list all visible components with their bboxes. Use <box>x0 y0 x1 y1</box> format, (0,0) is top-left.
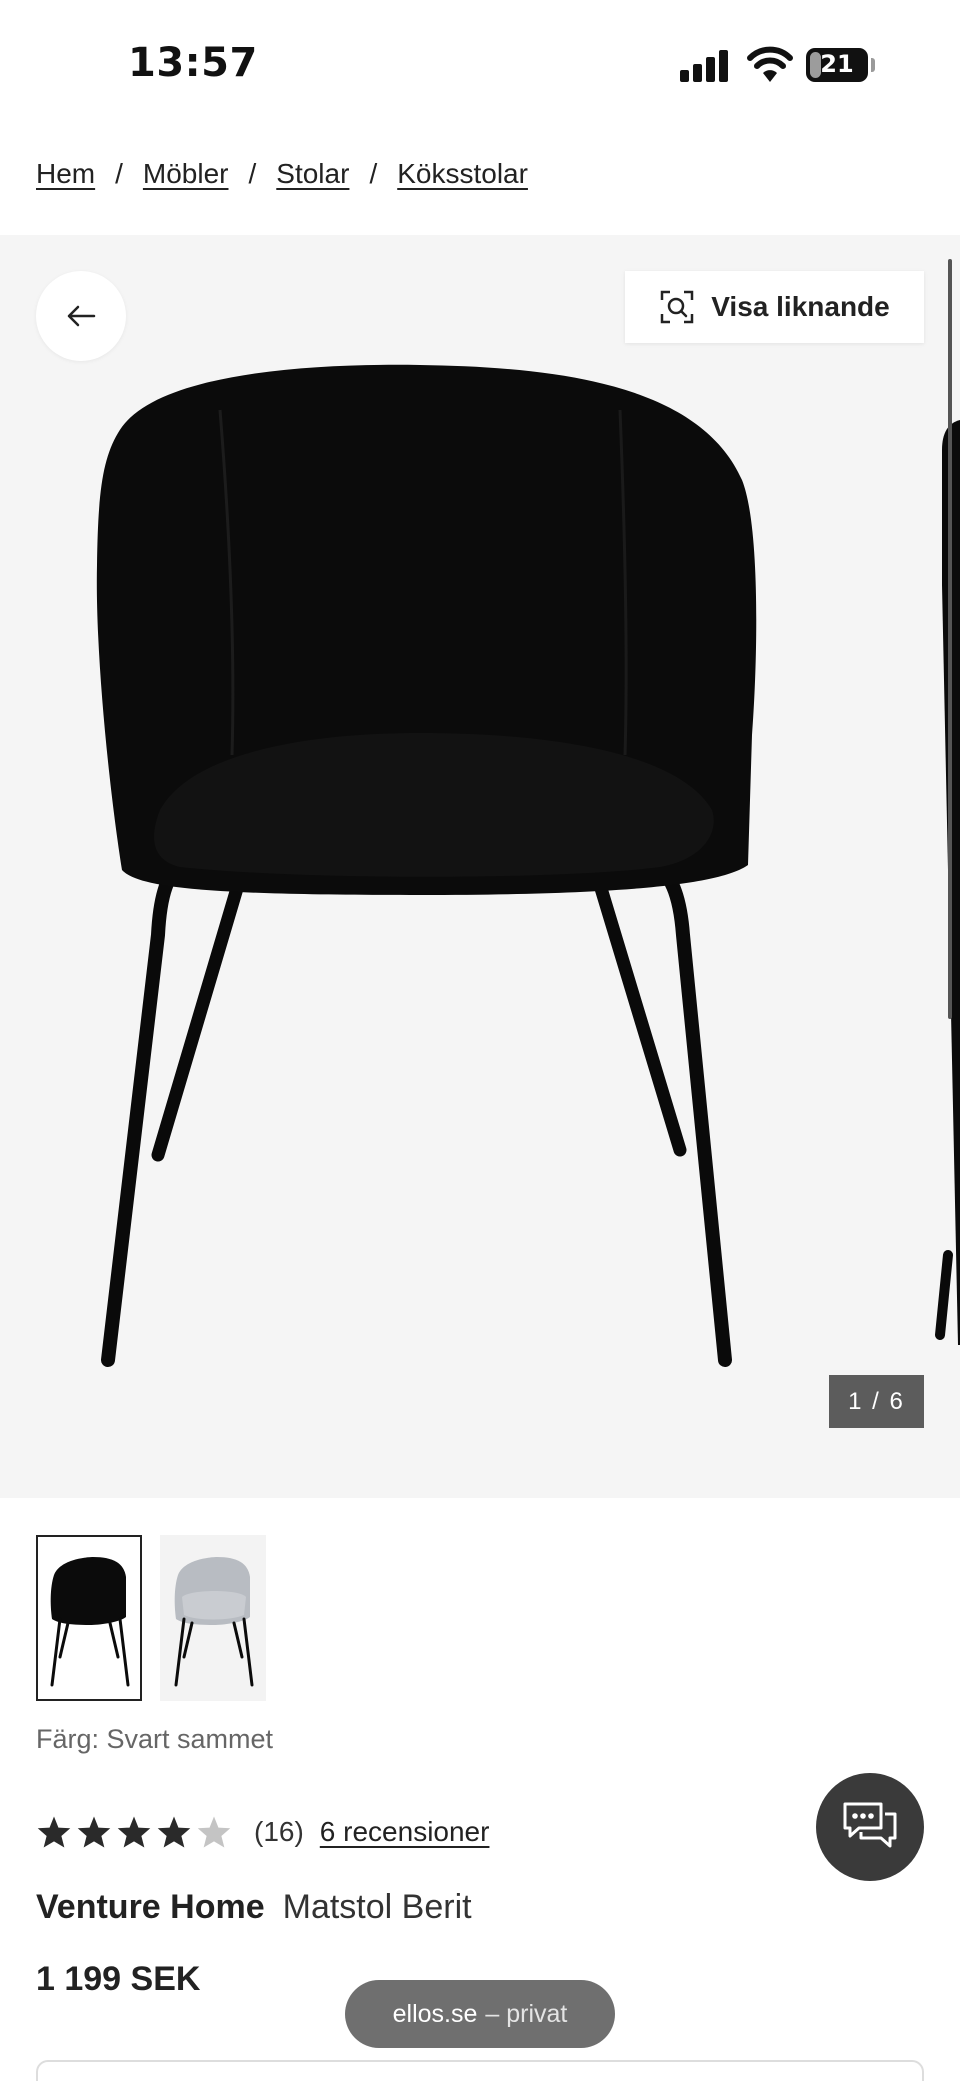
browser-mode: – privat <box>485 1999 568 2028</box>
breadcrumb-link-koksstolar[interactable]: Köksstolar <box>397 158 528 190</box>
gallery-scroll-indicator <box>948 259 952 1019</box>
selected-color: Färg: Svart sammet <box>36 1724 274 1754</box>
star-filled-icon <box>77 1816 111 1848</box>
thumbnail-grey[interactable] <box>160 1535 266 1701</box>
breadcrumb-link-hem[interactable]: Hem <box>36 158 95 190</box>
product-title: Venture Home Matstol Berit <box>36 1888 472 1927</box>
thumbnail-strip <box>36 1535 266 1701</box>
rating-count: (16) <box>254 1816 304 1847</box>
breadcrumb-separator: / <box>369 158 378 189</box>
battery-percent: 21 <box>820 50 854 78</box>
image-counter: 1 / 6 <box>829 1375 924 1428</box>
product-image-chair <box>96 364 960 1367</box>
star-filled-icon <box>157 1816 191 1848</box>
star-filled-icon <box>37 1816 71 1848</box>
back-arrow-icon <box>67 305 96 327</box>
status-bar: 13:57 21 <box>0 0 960 130</box>
status-time: 13:57 <box>128 40 258 86</box>
breadcrumb-separator: / <box>248 158 257 189</box>
star-empty-icon <box>197 1816 231 1848</box>
breadcrumb: Hem / Möbler / Stolar / Köksstolar <box>36 158 528 190</box>
product-brand: Venture Home <box>36 1888 265 1926</box>
battery-icon: 21 <box>806 48 868 82</box>
chat-button[interactable] <box>816 1773 924 1881</box>
star-rating <box>36 1815 232 1849</box>
star-filled-icon <box>117 1816 151 1848</box>
show-similar-label: Visa liknande <box>711 291 890 322</box>
product-image-gallery[interactable]: Visa liknande 1 / 6 <box>0 235 960 1498</box>
breadcrumb-separator: / <box>115 158 123 189</box>
back-button[interactable] <box>36 271 126 361</box>
product-price: 1 199 SEK <box>36 1960 201 1998</box>
browser-domain: ellos.se <box>392 1999 478 2028</box>
thumbnail-image-grey-chair <box>174 1557 254 1687</box>
chat-icon <box>843 1802 897 1848</box>
wifi-icon <box>746 44 794 84</box>
product-name: Matstol Berit <box>282 1888 472 1926</box>
battery-nub <box>871 58 875 72</box>
cellular-signal-icon <box>680 50 730 82</box>
product-rating: (16) 6 recensioner <box>36 1815 489 1849</box>
bottom-info-card <box>36 2060 924 2081</box>
breadcrumb-link-mobler[interactable]: Möbler <box>143 158 229 190</box>
show-similar-button[interactable]: Visa liknande <box>625 271 924 343</box>
browser-domain-pill[interactable]: ellos.se – privat <box>345 1980 615 2048</box>
thumbnail-image-black-chair <box>50 1557 130 1687</box>
thumbnail-black[interactable] <box>36 1535 142 1701</box>
visual-search-icon <box>661 290 694 324</box>
breadcrumb-link-stolar[interactable]: Stolar <box>276 158 349 190</box>
reviews-link[interactable]: 6 recensioner <box>320 1816 490 1848</box>
